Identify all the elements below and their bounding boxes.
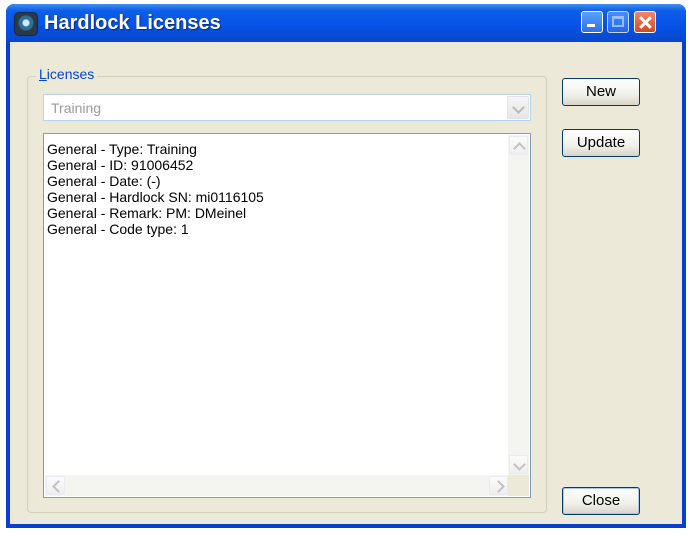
scroll-left-button[interactable] — [46, 476, 65, 495]
vertical-scrollbar[interactable] — [508, 135, 529, 475]
app-icon — [14, 12, 38, 36]
chevron-down-icon — [513, 458, 526, 471]
title-bar[interactable]: Hardlock Licenses — [6, 4, 686, 42]
dialog-client-area: Licenses Training General - Type: Traini… — [10, 42, 682, 524]
license-select-value: Training — [51, 100, 102, 116]
update-button[interactable]: Update — [562, 129, 640, 157]
license-details-text: General - Type: Training General - ID: 9… — [47, 141, 264, 237]
license-details-textarea[interactable]: General - Type: Training General - ID: 9… — [43, 133, 531, 498]
detail-line: General - Remark: PM: DMeinel — [47, 205, 247, 221]
scrollbar-corner — [508, 475, 529, 496]
detail-line: General - Code type: 1 — [47, 221, 189, 237]
minimize-button[interactable] — [581, 11, 603, 33]
detail-line: General - Hardlock SN: mi0116105 — [47, 189, 264, 205]
chevron-up-icon — [513, 142, 526, 155]
chevron-left-icon — [52, 480, 65, 493]
horizontal-scrollbar[interactable] — [45, 475, 509, 496]
scroll-right-button[interactable] — [489, 476, 508, 495]
license-select[interactable]: Training — [43, 94, 531, 121]
close-window-button[interactable] — [634, 11, 656, 33]
chevron-down-icon — [512, 101, 525, 114]
detail-line: General - Date: (-) — [47, 173, 161, 189]
window-title: Hardlock Licenses — [44, 12, 221, 34]
detail-line: General - Type: Training — [47, 141, 197, 157]
close-button[interactable]: Close — [562, 487, 640, 515]
scroll-up-button[interactable] — [509, 136, 528, 155]
new-button[interactable]: New — [562, 78, 640, 106]
maximize-button — [607, 11, 629, 33]
hardlock-licenses-window: Hardlock Licenses Licenses Training Gene… — [6, 4, 686, 528]
license-select-dropdown-button[interactable] — [507, 96, 529, 119]
chevron-right-icon — [492, 480, 505, 493]
detail-line: General - ID: 91006452 — [47, 157, 194, 173]
scroll-down-button[interactable] — [509, 455, 528, 474]
licenses-group-label: Licenses — [36, 66, 98, 82]
